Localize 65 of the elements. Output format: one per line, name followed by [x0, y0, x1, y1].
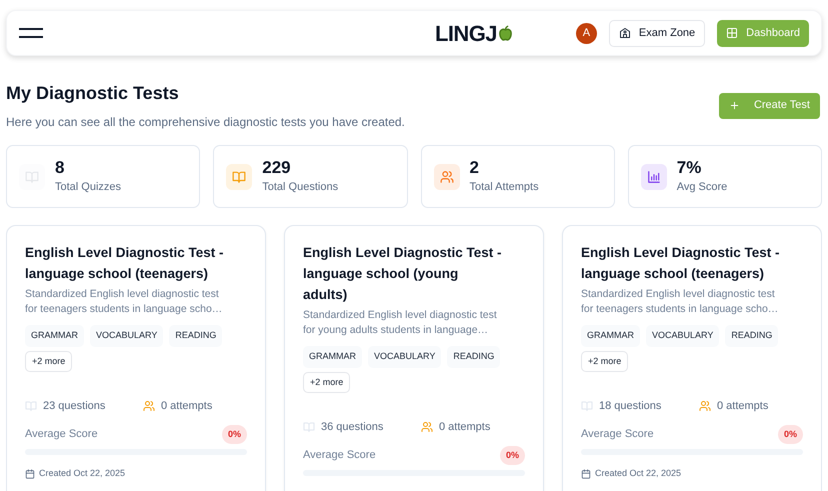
test-description: Standardized English level diagnostic test for teenagers students in language scho… [581, 287, 780, 317]
test-description: Standardized English level diagnostic test for young adults students in language… [303, 308, 498, 338]
tag: GRAMMAR [303, 346, 362, 368]
test-title: English Level Diagnostic Test - language school (teenagers) [581, 244, 781, 283]
attempt-count: 0 attempts [439, 420, 490, 435]
test-title: English Level Diagnostic Test - language school (teenagers) [25, 244, 225, 283]
test-title: English Level Diagnostic Test - language school (young adults) [303, 244, 503, 304]
book-icon [25, 170, 39, 184]
page-title: My Diagnostic Tests [6, 82, 180, 105]
stat-label: Total Quizzes [55, 180, 122, 195]
stat-value: 8 [55, 158, 66, 178]
created-date: Created Oct 22, 2025 [595, 467, 682, 480]
question-count: 23 questions [43, 399, 106, 414]
stat-label: Total Questions [262, 180, 338, 195]
tag: VOCABULARY [368, 346, 442, 368]
created-date: Created Oct 22, 2025 [39, 467, 126, 480]
grid-icon [726, 27, 738, 39]
tag: READING [447, 346, 500, 368]
users-icon [421, 421, 433, 434]
stat-value: 7% [676, 158, 702, 178]
school-icon [618, 27, 631, 39]
tag: VOCABULARY [90, 325, 164, 346]
score-badge: 0% [222, 424, 247, 444]
more-tags[interactable]: +2 more [25, 350, 72, 372]
test-description: Standardized English level diagnostic test for teenagers students in language scho… [25, 287, 224, 317]
test-card[interactable] [6, 225, 266, 491]
menu-button[interactable] [19, 26, 43, 40]
score-label: Average Score [25, 427, 98, 442]
score-badge: 0% [500, 446, 525, 465]
test-card[interactable] [562, 225, 822, 491]
question-count: 18 questions [599, 399, 662, 414]
score-badge: 0% [778, 424, 803, 444]
avatar[interactable]: A [576, 22, 597, 44]
stat-label: Avg Score [676, 180, 728, 195]
book-icon [25, 400, 37, 412]
book-icon [303, 421, 315, 434]
tag: READING [169, 325, 222, 346]
book-icon [581, 400, 593, 412]
score-label: Average Score [303, 448, 376, 463]
test-card[interactable] [284, 225, 544, 491]
bar-chart-icon [646, 170, 661, 184]
page-subtitle: Here you can see all the comprehensive diagnostic tests you have created. [6, 114, 405, 131]
more-tags[interactable]: +2 more [303, 372, 350, 393]
apple-icon [496, 24, 514, 42]
calendar-icon [25, 468, 35, 479]
users-icon [440, 170, 454, 184]
stat-value: 2 [470, 158, 480, 178]
tag: GRAMMAR [25, 325, 84, 346]
question-count: 36 questions [321, 420, 384, 435]
calendar-icon [581, 468, 591, 479]
attempt-count: 0 attempts [161, 399, 212, 414]
tag: GRAMMAR [581, 325, 640, 346]
plus-icon [728, 100, 740, 111]
users-icon [143, 400, 155, 412]
exam-zone-button[interactable]: Exam Zone [608, 20, 706, 46]
score-label: Average Score [581, 427, 654, 442]
tag: VOCABULARY [646, 325, 720, 346]
users-icon [699, 400, 711, 412]
more-tags[interactable]: +2 more [581, 350, 628, 372]
logo-text: LINGJ [434, 20, 497, 48]
book-icon [232, 170, 246, 184]
attempt-count: 0 attempts [717, 399, 768, 414]
stat-value: 229 [262, 158, 292, 178]
tag: READING [725, 325, 778, 346]
stat-label: Total Attempts [470, 180, 539, 195]
